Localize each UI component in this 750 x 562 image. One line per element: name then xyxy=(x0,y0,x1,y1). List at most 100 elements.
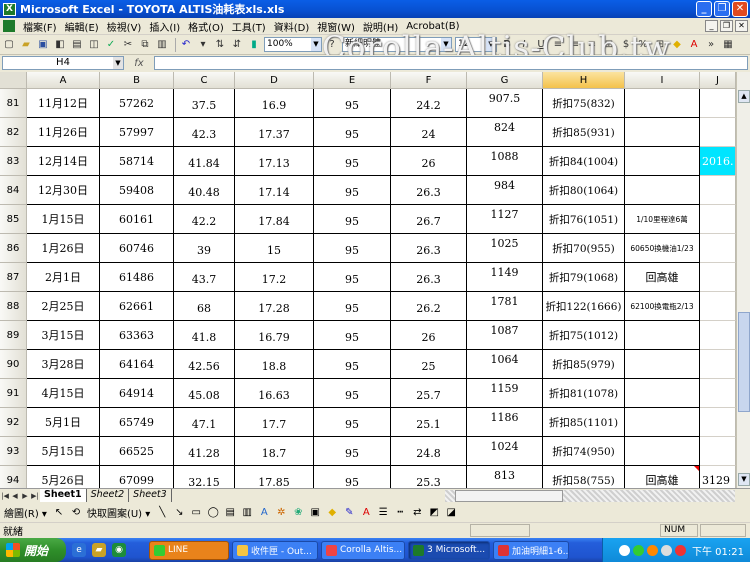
merge-center-icon[interactable]: ⊞ xyxy=(602,38,616,52)
column-header-f[interactable]: F xyxy=(391,72,467,89)
column-header-a[interactable]: A xyxy=(27,72,100,89)
cell-f87[interactable]: 26.3 xyxy=(391,263,467,292)
cell-f81[interactable]: 24.2 xyxy=(391,89,467,118)
borders-icon[interactable]: ⊞ xyxy=(653,38,667,52)
start-button[interactable]: 開始 xyxy=(0,538,66,562)
cell-g88[interactable]: 1781 xyxy=(467,292,543,321)
oval-icon[interactable]: ◯ xyxy=(207,507,219,519)
cell-j89[interactable] xyxy=(700,321,736,350)
dash-style-icon[interactable]: ┅ xyxy=(394,507,406,519)
cell-c93[interactable]: 41.28 xyxy=(174,437,235,466)
taskbar-outlook[interactable]: 收件匣 - Out... xyxy=(232,540,318,560)
cell-b88[interactable]: 62661 xyxy=(100,292,174,321)
cell-h94[interactable]: 折扣58(755) xyxy=(543,466,625,488)
save-icon[interactable]: ▣ xyxy=(36,38,50,52)
help-icon[interactable]: ? xyxy=(325,38,339,52)
cell-i84[interactable] xyxy=(625,176,700,205)
cell-a87[interactable]: 2月1日 xyxy=(27,263,100,292)
cell-f94[interactable]: 25.3 xyxy=(391,466,467,488)
cell-f85[interactable]: 26.7 xyxy=(391,205,467,234)
picture-icon[interactable]: ▣ xyxy=(309,507,321,519)
toolbar-extra-icon[interactable]: ▦ xyxy=(721,38,735,52)
shadow-style-icon[interactable]: ◩ xyxy=(428,507,440,519)
cell-f90[interactable]: 25 xyxy=(391,350,467,379)
row-header[interactable]: 82 xyxy=(0,118,27,147)
cell-j83[interactable]: 2016. xyxy=(700,147,736,176)
wordart-icon[interactable]: A xyxy=(258,507,270,519)
cell-a83[interactable]: 12月14日 xyxy=(27,147,100,176)
undo-icon[interactable]: ↶ xyxy=(179,38,193,52)
paste-icon[interactable]: ▥ xyxy=(155,38,169,52)
prev-sheet-icon[interactable]: ◀ xyxy=(10,492,20,500)
cell-f91[interactable]: 25.7 xyxy=(391,379,467,408)
cell-e85[interactable]: 95 xyxy=(314,205,391,234)
cell-h82[interactable]: 折扣85(931) xyxy=(543,118,625,147)
taskbar-line[interactable]: LINE xyxy=(149,540,229,560)
cell-c88[interactable]: 68 xyxy=(174,292,235,321)
cell-a81[interactable]: 11月12日 xyxy=(27,89,100,118)
cell-f82[interactable]: 24 xyxy=(391,118,467,147)
cell-i94[interactable]: 回高雄 xyxy=(625,466,700,488)
last-sheet-icon[interactable]: ▶| xyxy=(30,492,40,500)
cell-i86[interactable]: 60650換機油1/23 xyxy=(625,234,700,263)
cell-c92[interactable]: 47.1 xyxy=(174,408,235,437)
cell-f83[interactable]: 26 xyxy=(391,147,467,176)
cell-a91[interactable]: 4月15日 xyxy=(27,379,100,408)
cell-c94[interactable]: 32.15 xyxy=(174,466,235,488)
sheet-tab-3[interactable]: Sheet3 xyxy=(129,489,172,502)
excel-app-icon[interactable]: X xyxy=(3,2,16,16)
toolbar-options-icon[interactable]: » xyxy=(704,38,718,52)
new-icon[interactable]: ▢ xyxy=(2,38,16,52)
sort-descending-icon[interactable]: ⇵ xyxy=(230,38,244,52)
first-sheet-icon[interactable]: |◀ xyxy=(0,492,10,500)
folder-icon[interactable]: ▰ xyxy=(92,543,106,557)
cell-c84[interactable]: 40.48 xyxy=(174,176,235,205)
clipart-icon[interactable]: ❀ xyxy=(292,507,304,519)
cell-i89[interactable] xyxy=(625,321,700,350)
spreadsheet-grid[interactable]: A B C D E F G H I J 81 11月12日 57262 37.5 16.9 95 24.2 907… xyxy=(0,72,750,488)
cell-i92[interactable] xyxy=(625,408,700,437)
column-header-j[interactable]: J xyxy=(700,72,736,89)
cell-e91[interactable]: 95 xyxy=(314,379,391,408)
cell-i85[interactable]: 1/10里程達6萬 xyxy=(625,205,700,234)
arrow-style-icon[interactable]: ⇄ xyxy=(411,507,423,519)
column-header-i[interactable]: I xyxy=(625,72,700,89)
cell-d88[interactable]: 17.28 xyxy=(235,292,314,321)
cell-b86[interactable]: 60746 xyxy=(100,234,174,263)
line-style-icon[interactable]: ☰ xyxy=(377,507,389,519)
autoshapes-button[interactable]: 快取圖案(U) ▾ xyxy=(87,505,150,520)
doc-minimize-button[interactable]: _ xyxy=(705,20,718,32)
cell-d93[interactable]: 18.7 xyxy=(235,437,314,466)
cell-d82[interactable]: 17.37 xyxy=(235,118,314,147)
cell-d81[interactable]: 16.9 xyxy=(235,89,314,118)
taskbar-browser[interactable]: Corolla Altis... xyxy=(321,540,405,560)
cell-b81[interactable]: 57262 xyxy=(100,89,174,118)
cell-e90[interactable]: 95 xyxy=(314,350,391,379)
restore-button[interactable]: ❐ xyxy=(714,1,730,17)
underline-button[interactable]: U xyxy=(534,38,548,52)
cell-c83[interactable]: 41.84 xyxy=(174,147,235,176)
cell-d89[interactable]: 16.79 xyxy=(235,321,314,350)
cell-i88[interactable]: 62100換電瓶2/13 xyxy=(625,292,700,321)
cell-e84[interactable]: 95 xyxy=(314,176,391,205)
cell-j92[interactable] xyxy=(700,408,736,437)
cell-g86[interactable]: 1025 xyxy=(467,234,543,263)
cell-g87[interactable]: 1149 xyxy=(467,263,543,292)
cell-a94[interactable]: 5月26日 xyxy=(27,466,100,488)
font-name-select[interactable]: 新細明體 ▼ xyxy=(342,37,452,52)
cell-g90[interactable]: 1064 xyxy=(467,350,543,379)
cell-g81[interactable]: 907.5 xyxy=(467,89,543,118)
cell-g94[interactable]: 813 xyxy=(467,466,543,488)
cell-a86[interactable]: 1月26日 xyxy=(27,234,100,263)
minimize-button[interactable]: _ xyxy=(696,1,712,17)
draw-menu-button[interactable]: 繪圖(R) ▾ xyxy=(4,505,47,520)
cell-h83[interactable]: 折扣84(1004) xyxy=(543,147,625,176)
cell-d84[interactable]: 17.14 xyxy=(235,176,314,205)
cell-c86[interactable]: 39 xyxy=(174,234,235,263)
cell-i83[interactable] xyxy=(625,147,700,176)
fill-color-icon[interactable]: ◆ xyxy=(326,507,338,519)
cell-d94[interactable]: 17.85 xyxy=(235,466,314,488)
3d-style-icon[interactable]: ◪ xyxy=(445,507,457,519)
tray-icon[interactable] xyxy=(647,544,658,556)
workbook-icon[interactable] xyxy=(3,20,15,32)
